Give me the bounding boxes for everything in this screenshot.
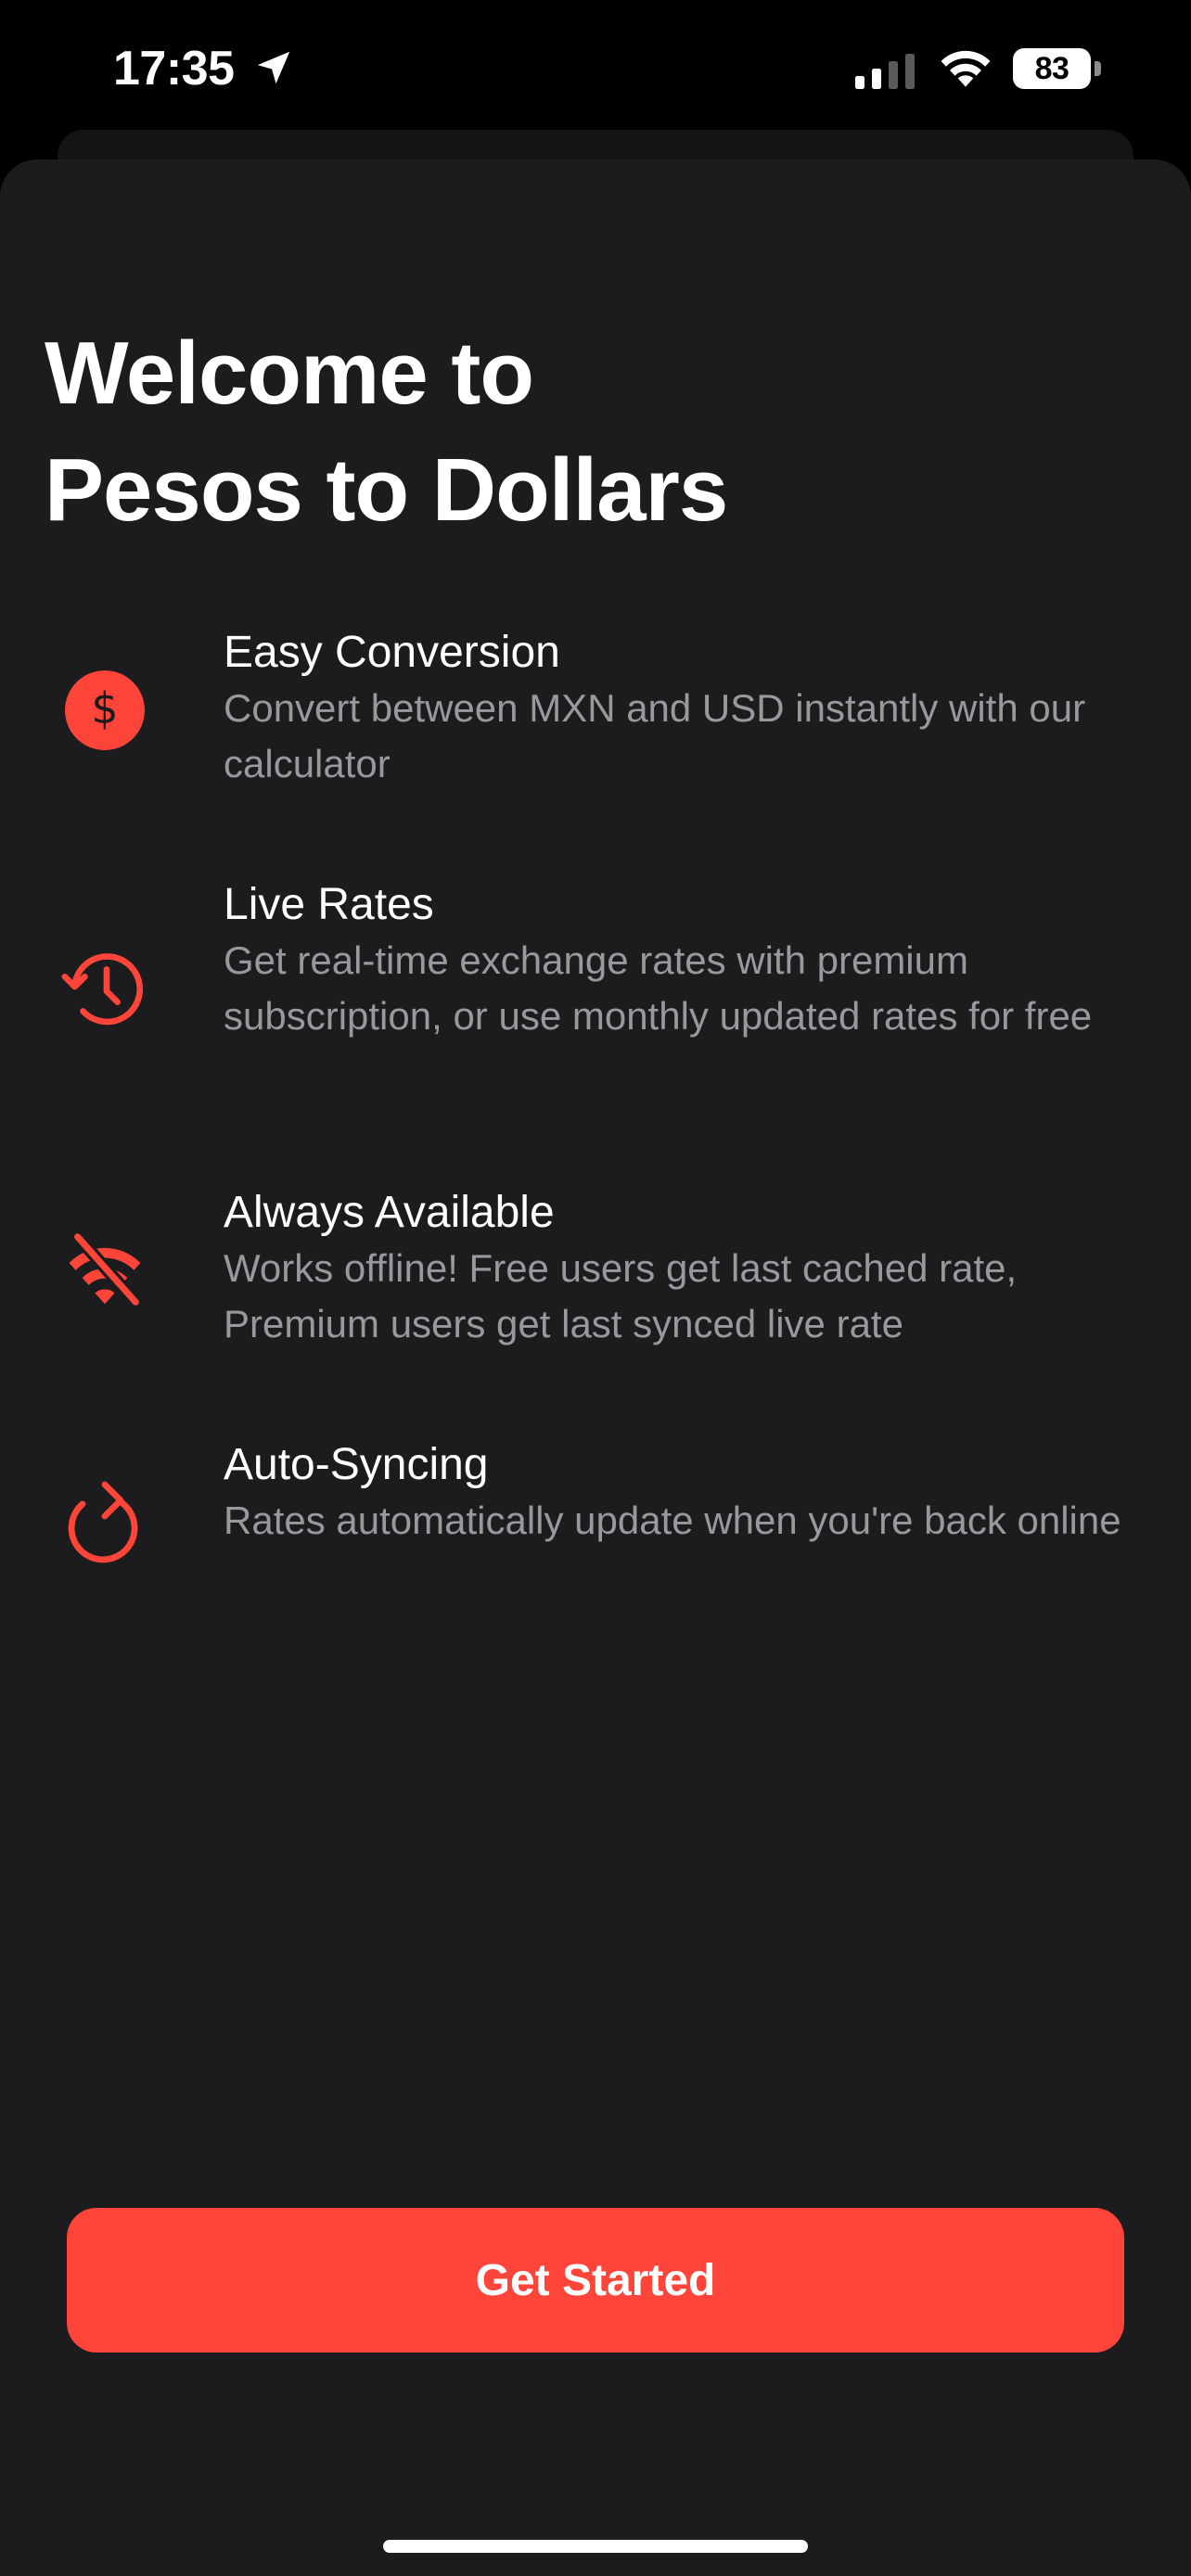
get-started-button[interactable]: Get Started bbox=[67, 2208, 1124, 2353]
dollar-circle-icon: $ bbox=[61, 667, 148, 754]
refresh-icon bbox=[61, 1478, 148, 1565]
screen: 17:35 83 Welcome to Pesos to Dollars $ E… bbox=[0, 0, 1191, 2576]
wifi-icon bbox=[941, 50, 991, 87]
feature-description: Get real-time exchange rates with premiu… bbox=[224, 938, 1093, 1038]
feature-description: Rates automatically update when you're b… bbox=[224, 1498, 1121, 1542]
battery-cap bbox=[1095, 61, 1101, 76]
title-line-1: Welcome to bbox=[45, 324, 534, 423]
battery-level: 83 bbox=[1034, 50, 1069, 86]
title-line-2: Pesos to Dollars bbox=[45, 440, 728, 540]
battery-indicator: 83 bbox=[1013, 48, 1091, 89]
home-indicator[interactable] bbox=[383, 2540, 808, 2553]
cellular-signal-icon bbox=[855, 54, 915, 89]
clock-history-icon bbox=[61, 946, 148, 1033]
feature-description: Convert between MXN and USD instantly wi… bbox=[224, 686, 1086, 785]
feature-title: Easy Conversion bbox=[224, 628, 560, 677]
svg-text:$: $ bbox=[91, 683, 118, 733]
page-title: Welcome to Pesos to Dollars bbox=[45, 315, 1065, 549]
feature-title: Always Available bbox=[224, 1188, 555, 1237]
location-arrow-icon bbox=[257, 51, 290, 84]
status-time: 17:35 bbox=[113, 42, 235, 96]
feature-description: Works offline! Free users get last cache… bbox=[224, 1246, 1018, 1345]
wifi-slash-icon bbox=[61, 1226, 148, 1313]
feature-title: Live Rates bbox=[224, 880, 434, 929]
status-bar: 17:35 83 bbox=[0, 0, 1191, 139]
feature-title: Auto-Syncing bbox=[224, 1440, 489, 1489]
